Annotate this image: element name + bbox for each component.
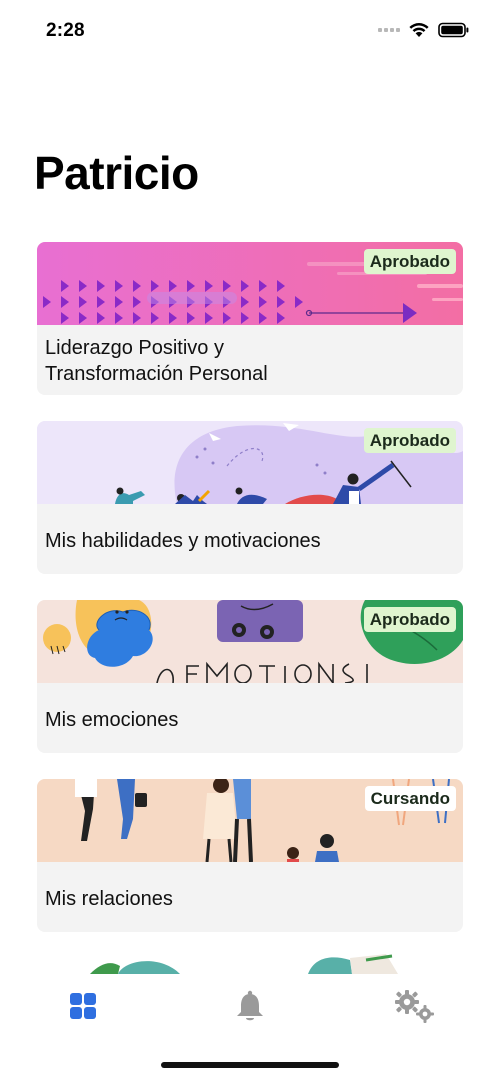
course-card[interactable]: Cursando Mis relaciones [37,779,463,932]
status-badge: Cursando [364,786,456,811]
status-time: 2:28 [46,20,85,41]
tab-notifications[interactable] [228,984,272,1028]
page-title: Patricio [34,147,199,199]
screen: 2:28 Patricio Aprobado Liderazgo Positiv… [0,0,496,1080]
course-banner-image: Aprobado [37,242,463,325]
battery-icon [438,22,469,38]
course-title: Mis relaciones [45,888,173,910]
tab-grid[interactable] [61,984,105,1028]
course-card[interactable]: Aprobado Mis habilidades y motivaciones [37,421,463,574]
course-banner-image: Aprobado [37,600,463,683]
course-card[interactable]: Aprobado Liderazgo Positivo y Transforma… [37,242,463,395]
course-title: Mis emociones [45,709,179,731]
next-card-peek [0,952,496,974]
status-badge: Aprobado [363,249,456,274]
course-card[interactable]: Aprobado Mis emociones [37,600,463,753]
wifi-icon [409,23,429,37]
status-badge: Aprobado [363,607,456,632]
course-banner-image: Aprobado [37,421,463,504]
tab-settings[interactable] [393,984,437,1028]
home-indicator [161,1062,339,1068]
course-title: Mis habilidades y motivaciones [45,530,321,552]
status-bar: 2:28 [0,0,496,62]
bell-icon [237,990,263,1021]
grid-icon [70,993,96,1019]
course-title: Liderazgo Positivo y Transformación Pers… [45,337,268,385]
status-badge: Aprobado [363,428,456,453]
status-icons [378,22,470,38]
gears-icon [395,990,434,1023]
course-banner-image: Cursando [37,779,463,862]
signal-icon [378,28,400,32]
